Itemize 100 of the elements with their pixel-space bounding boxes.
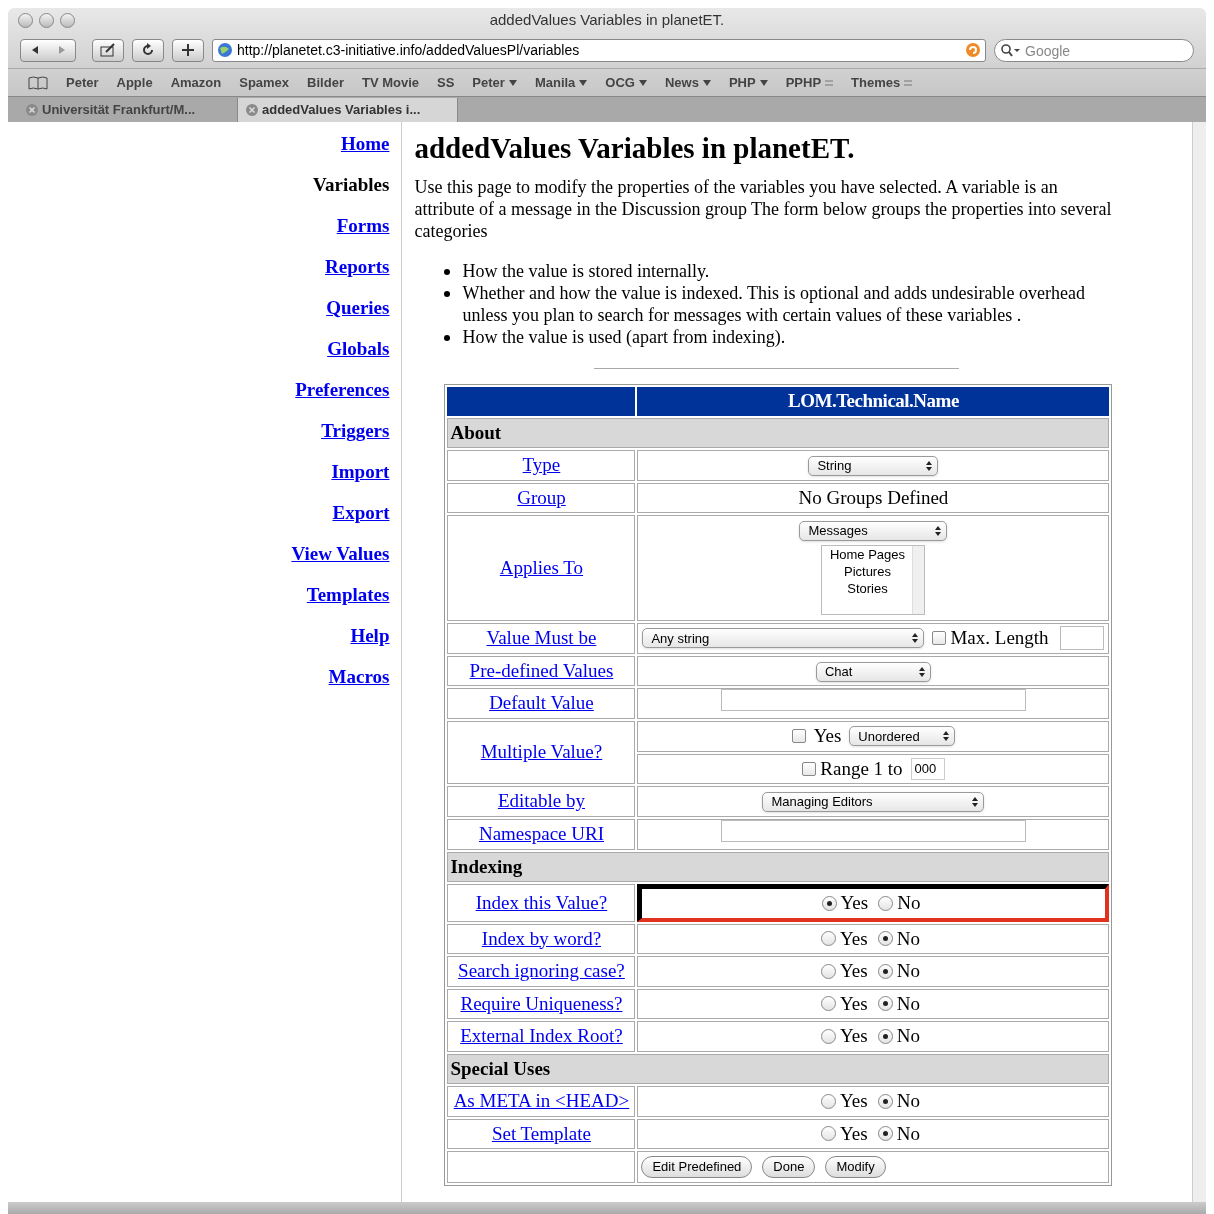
- input-field[interactable]: 000: [910, 757, 945, 780]
- radio-button[interactable]: [821, 931, 836, 947]
- input-field[interactable]: [720, 819, 1026, 842]
- bookmark[interactable]: Apple: [116, 72, 153, 93]
- radio-button[interactable]: [821, 1028, 836, 1044]
- bookmark[interactable]: PPHP: [785, 72, 834, 93]
- radio-label: Yes: [840, 1089, 868, 1113]
- form-button[interactable]: Done: [762, 1156, 816, 1178]
- dropdown[interactable]: Unordered: [849, 726, 956, 747]
- list-option[interactable]: Stories: [825, 580, 910, 597]
- window-title: addedValues Variables in planetET.: [489, 9, 725, 30]
- radio-label: Yes: [840, 1121, 868, 1146]
- bullet-text: Whether and how the value is indexed. This is optional and adds undesirable overhead unless you plan to search for messages with certain values of these variables .: [462, 282, 1086, 326]
- checkbox[interactable]: [791, 729, 806, 744]
- nav-link[interactable]: Export: [332, 499, 390, 525]
- radio-button[interactable]: [821, 963, 836, 979]
- list-box[interactable]: Home Pages Pictures Stories: [821, 545, 926, 615]
- radio-label: No: [896, 1121, 920, 1146]
- browser-tab[interactable]: addedValues Variables i...: [238, 98, 458, 122]
- bookmark[interactable]: SS: [437, 72, 455, 93]
- field-link[interactable]: Applies To: [499, 556, 584, 578]
- nav-link[interactable]: Help: [350, 622, 390, 648]
- form-button[interactable]: Modify: [825, 1156, 886, 1178]
- edit-button[interactable]: [92, 38, 124, 62]
- bookmark[interactable]: Amazon: [170, 72, 222, 93]
- nav-link[interactable]: Import: [331, 458, 390, 484]
- dropdown[interactable]: Any string: [642, 628, 925, 649]
- radio-button[interactable]: [877, 1126, 893, 1142]
- dropdown[interactable]: Chat: [815, 661, 931, 682]
- plus-icon: [182, 44, 194, 56]
- nav-link[interactable]: Templates: [306, 581, 390, 607]
- nav-link[interactable]: Globals: [327, 335, 390, 361]
- nav-link[interactable]: Macros: [328, 663, 390, 689]
- add-button[interactable]: [172, 38, 204, 62]
- stepper-icon: [917, 665, 926, 678]
- bookmark[interactable]: Bilder: [307, 72, 344, 93]
- scrollbar[interactable]: [912, 546, 925, 614]
- section-header: Special Uses: [447, 1053, 1110, 1084]
- bookmark[interactable]: News: [665, 72, 711, 93]
- list-icon: [825, 79, 834, 86]
- radio-button[interactable]: [877, 963, 893, 979]
- nav-link[interactable]: Triggers: [321, 417, 390, 443]
- bookmark[interactable]: Spamex: [239, 72, 290, 93]
- cell-text: No Groups Defined: [798, 486, 949, 508]
- checkbox[interactable]: [932, 631, 947, 646]
- search-field[interactable]: Google: [994, 39, 1194, 62]
- checkbox-label: Max. Length: [950, 626, 1049, 650]
- radio-button[interactable]: [877, 931, 893, 947]
- nav-link[interactable]: Forms: [336, 212, 390, 238]
- radio-button[interactable]: [821, 1126, 836, 1142]
- form-button[interactable]: Edit Predefined: [641, 1156, 753, 1178]
- back-forward-buttons[interactable]: [20, 38, 76, 62]
- radio-button[interactable]: [877, 1093, 893, 1109]
- scrollbar[interactable]: [1192, 122, 1206, 1202]
- list-option[interactable]: Pictures: [825, 563, 910, 580]
- checkbox[interactable]: [802, 761, 817, 776]
- bookmark[interactable]: Themes: [851, 72, 913, 93]
- radio-button[interactable]: [821, 996, 836, 1012]
- radio-button[interactable]: [877, 1028, 893, 1044]
- book-icon[interactable]: [28, 75, 48, 90]
- nav-link[interactable]: Preferences: [295, 376, 390, 402]
- close-icon[interactable]: [246, 104, 258, 116]
- dropdown[interactable]: String: [808, 456, 939, 476]
- nav-link[interactable]: Home: [340, 130, 390, 156]
- pencil-icon: [100, 43, 116, 57]
- bookmark[interactable]: Peter: [472, 72, 517, 93]
- caret-icon: [702, 79, 711, 86]
- address-field[interactable]: http://planetet.c3-initiative.info/addedValuesPl/variables: [212, 38, 986, 62]
- list-option[interactable]: Home Pages: [825, 546, 910, 563]
- radio-button[interactable]: [878, 895, 894, 911]
- radio-label: No: [896, 1024, 920, 1048]
- field-link[interactable]: Group: [517, 486, 566, 508]
- bullet-icon: [444, 291, 451, 297]
- input-field[interactable]: [1060, 626, 1105, 651]
- nav-link[interactable]: Queries: [326, 294, 390, 320]
- close-icon[interactable]: [26, 104, 38, 116]
- bookmark[interactable]: Manila: [534, 72, 588, 93]
- window-control-icon[interactable]: [60, 13, 75, 28]
- checkbox-label: Yes: [813, 724, 842, 748]
- reload-icon: [141, 43, 155, 57]
- dropdown[interactable]: Messages: [799, 521, 948, 541]
- bookmark[interactable]: OCG: [605, 72, 647, 93]
- bookmark[interactable]: PHP: [728, 72, 768, 93]
- nav-link[interactable]: Reports: [325, 253, 390, 279]
- field-link[interactable]: Type: [522, 454, 561, 475]
- nav-link[interactable]: View Values: [291, 540, 390, 566]
- window-control-icon[interactable]: [39, 13, 54, 28]
- nav-link[interactable]: Variables: [313, 171, 390, 197]
- bullet-text: How the value is stored internally.: [462, 260, 710, 282]
- bookmark[interactable]: TV Movie: [361, 72, 419, 93]
- radio-label: No: [896, 959, 920, 983]
- bookmark[interactable]: Peter: [66, 72, 99, 93]
- dropdown[interactable]: Managing Editors: [762, 792, 985, 812]
- radio-button[interactable]: [821, 1093, 836, 1109]
- window-control-icon[interactable]: [18, 13, 33, 28]
- radio-button[interactable]: [821, 895, 837, 911]
- input-field[interactable]: [720, 689, 1026, 711]
- section-header: About: [447, 417, 1110, 448]
- reload-button[interactable]: [132, 38, 164, 62]
- radio-button[interactable]: [877, 996, 893, 1012]
